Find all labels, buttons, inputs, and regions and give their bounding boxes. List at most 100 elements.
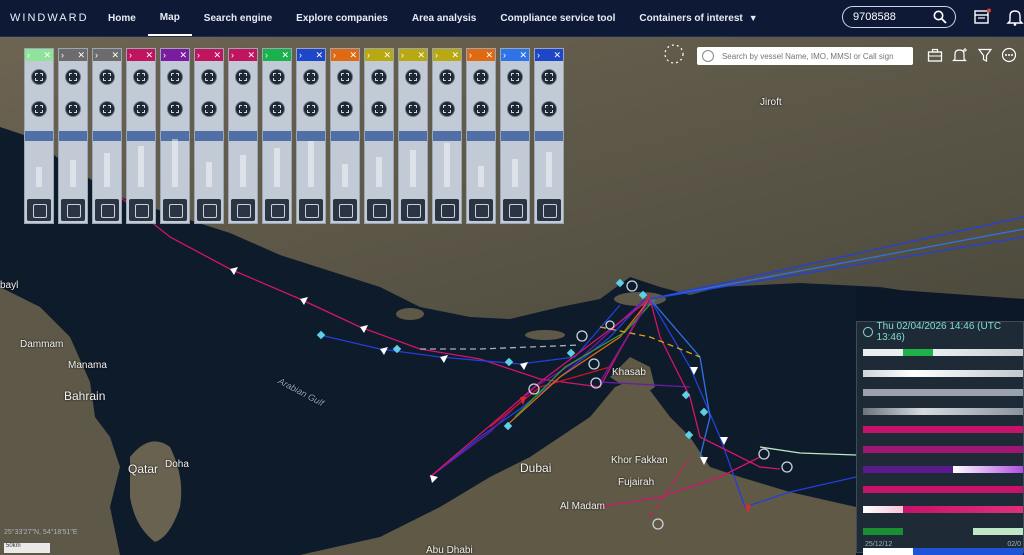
vessel-card[interactable]: › ✕	[330, 48, 360, 224]
expand-icon[interactable]: ›	[401, 49, 404, 61]
timeline-track[interactable]	[863, 506, 1023, 513]
vessel-card[interactable]: › ✕	[92, 48, 122, 224]
vessel-focus-button[interactable]	[129, 199, 153, 221]
focus-vessel-icon[interactable]	[371, 101, 387, 117]
close-icon[interactable]: ✕	[349, 49, 357, 61]
close-icon[interactable]: ✕	[383, 49, 391, 61]
timeline-track[interactable]	[863, 389, 1023, 396]
close-icon[interactable]: ✕	[417, 49, 425, 61]
vessel-focus-button[interactable]	[333, 199, 357, 221]
close-icon[interactable]: ✕	[485, 49, 493, 61]
add-alert-icon[interactable]	[952, 47, 968, 63]
expand-icon[interactable]: ›	[265, 49, 268, 61]
timeline-track[interactable]	[863, 466, 1023, 473]
close-icon[interactable]: ✕	[315, 49, 323, 61]
close-icon[interactable]: ✕	[281, 49, 289, 61]
vessel-focus-button[interactable]	[367, 199, 391, 221]
vessel-focus-button[interactable]	[299, 199, 323, 221]
vessel-search-input[interactable]	[719, 50, 913, 62]
locate-vessel-icon[interactable]	[31, 69, 47, 85]
focus-vessel-icon[interactable]	[473, 101, 489, 117]
locate-vessel-icon[interactable]	[133, 69, 149, 85]
nav-explore-companies[interactable]: Explore companies	[284, 0, 400, 36]
focus-vessel-icon[interactable]	[269, 101, 285, 117]
map-canvas[interactable]: Jiroft bayl Dammam Manama Bahrain Arabia…	[0, 37, 1024, 555]
vessel-card[interactable]: › ✕	[500, 48, 530, 224]
vessel-card[interactable]: › ✕	[228, 48, 258, 224]
close-icon[interactable]: ✕	[77, 49, 85, 61]
brand-logo[interactable]: WINDWARD	[10, 12, 96, 24]
expand-icon[interactable]: ›	[435, 49, 438, 61]
locate-vessel-icon[interactable]	[337, 69, 353, 85]
focus-vessel-icon[interactable]	[201, 101, 217, 117]
expand-icon[interactable]: ›	[503, 49, 506, 61]
focus-vessel-icon[interactable]	[65, 101, 81, 117]
vessel-focus-button[interactable]	[163, 199, 187, 221]
search-icon[interactable]	[933, 10, 947, 24]
nav-search-engine[interactable]: Search engine	[192, 0, 284, 36]
vessel-focus-button[interactable]	[503, 199, 527, 221]
focus-vessel-icon[interactable]	[507, 101, 523, 117]
expand-icon[interactable]: ›	[469, 49, 472, 61]
vessel-focus-button[interactable]	[95, 199, 119, 221]
timeline-panel[interactable]: Thu 02/04/2026 14:46 (UTC 13:46) 25/12/1…	[856, 321, 1024, 555]
timeline-track[interactable]	[863, 349, 1023, 356]
expand-icon[interactable]: ›	[333, 49, 336, 61]
vessel-focus-button[interactable]	[435, 199, 459, 221]
expand-icon[interactable]: ›	[231, 49, 234, 61]
locate-vessel-icon[interactable]	[439, 69, 455, 85]
timeline-track[interactable]	[863, 486, 1023, 493]
vessel-focus-button[interactable]	[61, 199, 85, 221]
focus-vessel-icon[interactable]	[541, 101, 557, 117]
expand-icon[interactable]: ›	[197, 49, 200, 61]
close-icon[interactable]: ✕	[43, 49, 51, 61]
vessel-card[interactable]: › ✕	[296, 48, 326, 224]
nav-map[interactable]: Map	[147, 0, 192, 36]
timeline-track[interactable]	[863, 426, 1023, 433]
vessel-search[interactable]	[697, 47, 913, 65]
locate-vessel-icon[interactable]	[99, 69, 115, 85]
timeline-track[interactable]	[863, 548, 1023, 555]
bell-icon[interactable]	[1006, 8, 1024, 26]
vessel-focus-button[interactable]	[265, 199, 289, 221]
vessel-card[interactable]: › ✕	[58, 48, 88, 224]
focus-vessel-icon[interactable]	[303, 101, 319, 117]
history-icon[interactable]	[702, 50, 714, 62]
nav-compliance-service-tool[interactable]: Compliance service tool	[488, 0, 627, 36]
locate-vessel-icon[interactable]	[167, 69, 183, 85]
nav-area-analysis[interactable]: Area analysis	[400, 0, 489, 36]
nav-home[interactable]: Home	[96, 0, 148, 36]
vessel-focus-button[interactable]	[537, 199, 561, 221]
expand-icon[interactable]: ›	[537, 49, 540, 61]
vessel-focus-button[interactable]	[231, 199, 255, 221]
expand-icon[interactable]: ›	[299, 49, 302, 61]
timeline-track[interactable]	[863, 528, 1023, 535]
focus-vessel-icon[interactable]	[235, 101, 251, 117]
focus-vessel-icon[interactable]	[167, 101, 183, 117]
vessel-card[interactable]: › ✕	[466, 48, 496, 224]
expand-icon[interactable]: ›	[61, 49, 64, 61]
close-icon[interactable]: ✕	[451, 49, 459, 61]
close-icon[interactable]: ✕	[519, 49, 527, 61]
vessel-card[interactable]: › ✕	[534, 48, 564, 224]
vessel-card[interactable]: › ✕	[194, 48, 224, 224]
close-icon[interactable]: ✕	[179, 49, 187, 61]
expand-icon[interactable]: ›	[163, 49, 166, 61]
expand-icon[interactable]: ›	[367, 49, 370, 61]
vessel-card[interactable]: › ✕	[126, 48, 156, 224]
focus-vessel-icon[interactable]	[405, 101, 421, 117]
filter-icon[interactable]	[977, 47, 993, 63]
focus-vessel-icon[interactable]	[439, 101, 455, 117]
expand-icon[interactable]: ›	[129, 49, 132, 61]
locate-vessel-icon[interactable]	[303, 69, 319, 85]
close-icon[interactable]: ✕	[247, 49, 255, 61]
close-icon[interactable]: ✕	[145, 49, 153, 61]
vessel-card[interactable]: › ✕	[432, 48, 462, 224]
locate-vessel-icon[interactable]	[473, 69, 489, 85]
vessel-card[interactable]: › ✕	[262, 48, 292, 224]
locate-vessel-icon[interactable]	[235, 69, 251, 85]
focus-vessel-icon[interactable]	[31, 101, 47, 117]
vessel-card[interactable]: › ✕	[24, 48, 54, 224]
locate-vessel-icon[interactable]	[507, 69, 523, 85]
locate-vessel-icon[interactable]	[65, 69, 81, 85]
